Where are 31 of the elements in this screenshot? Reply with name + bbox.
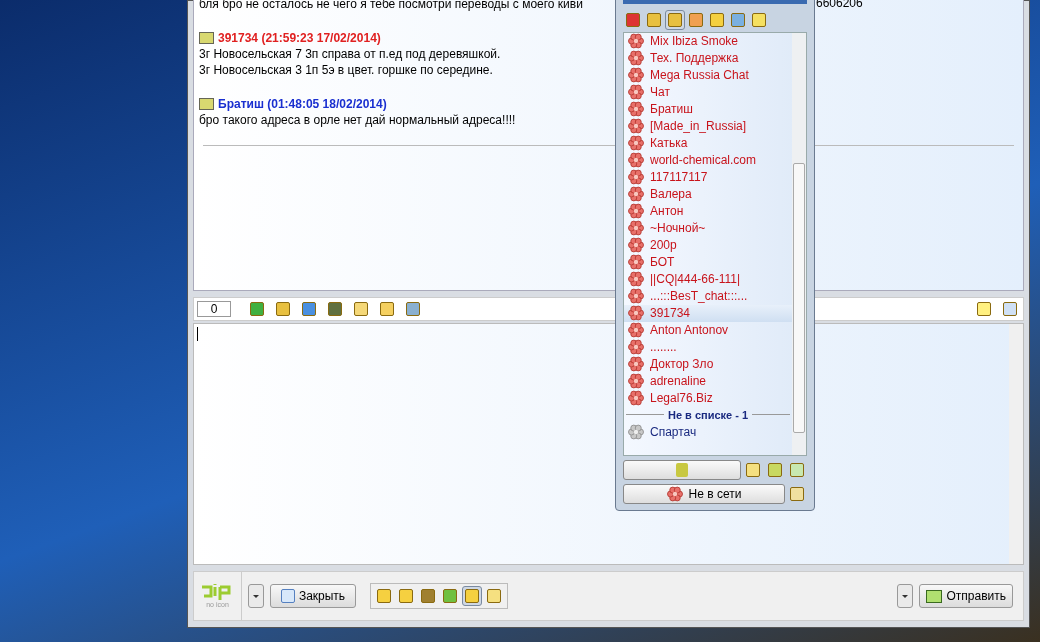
contact-name: ........ <box>650 339 677 357</box>
contact-name: 391734 <box>650 305 691 323</box>
contact-name: Братиш <box>650 101 693 119</box>
message-text: бро такого адреса в орле нет дай нормальный адреса!!!! <box>199 112 516 128</box>
message-text: бля бро не осталось не чего я тебе посмотри переводы с моего киви <box>199 0 583 12</box>
contact-name: Валера <box>650 186 692 204</box>
contact-name: Катька <box>650 135 688 153</box>
contact-name: Anton Antonov <box>650 322 729 340</box>
message-text: 3г Новосельская 3 1п 5э в цвет. горшке по середине. <box>199 62 493 78</box>
message-text: 3г Новосельская 7 3п справа от п.ед под деревяшкой. <box>199 46 501 62</box>
contact-name: Legal76.Biz <box>650 390 713 408</box>
contact-name: 200р <box>650 237 677 255</box>
contact-name: world-chemical.com <box>650 152 757 170</box>
contact-name: Спартач <box>650 423 697 441</box>
contact-name: Mix Ibiza Smoke <box>650 33 739 51</box>
contact-name: Доктор Зло <box>650 356 714 374</box>
group-header: Не в списке - 1 <box>667 407 749 423</box>
contact-name: ...:::BesT_chat:::... <box>650 288 748 306</box>
message-header: Братиш (01:48:05 18/02/2014) <box>218 96 387 112</box>
contact-name: ~Ночной~ <box>650 220 706 238</box>
contact-name: [Made_in_Russia] <box>650 118 747 136</box>
contact-name: Антон <box>650 203 684 221</box>
contact-name: 117117117 <box>650 169 708 187</box>
contact-name: adrenaline <box>650 373 707 391</box>
char-counter: 0 <box>197 301 231 317</box>
contact-name: ||CQ|444-66-111| <box>650 271 741 289</box>
contact-name: БОТ <box>650 254 675 272</box>
contact-name: Mega Russia Chat <box>650 67 749 85</box>
contact-name: Чат <box>650 84 670 102</box>
contact-name: Тех. Поддержка <box>650 50 739 68</box>
message-header: 391734 (21:59:23 17/02/2014) <box>218 30 381 46</box>
